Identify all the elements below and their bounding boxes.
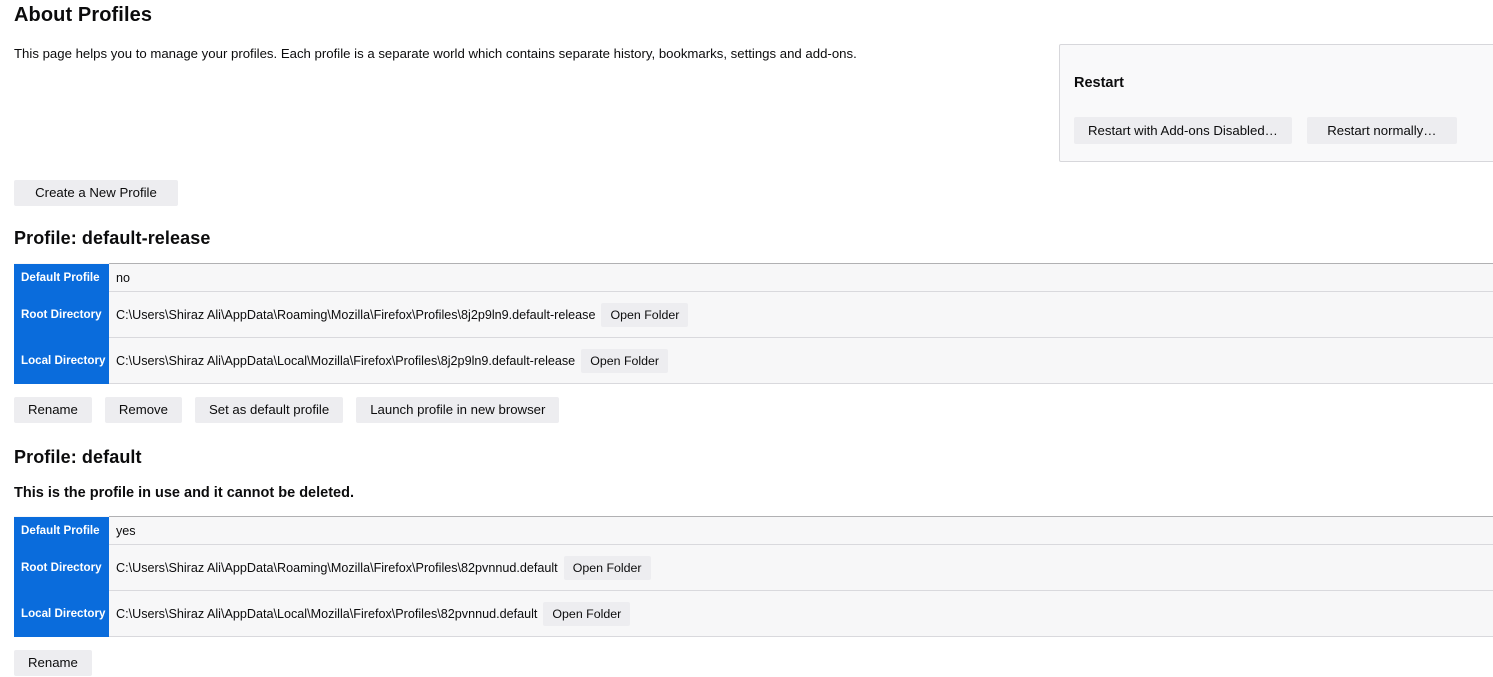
rename-profile-button[interactable]: Rename bbox=[14, 397, 92, 423]
profile-action-group: Rename bbox=[0, 650, 1493, 676]
row-value-root-directory: C:\Users\Shiraz Ali\AppData\Roaming\Mozi… bbox=[109, 291, 1493, 338]
profile-in-use-note: This is the profile in use and it cannot… bbox=[14, 485, 354, 501]
restart-panel-title: Restart bbox=[1074, 75, 1124, 91]
profile-details-table: Default Profile no Root Directory C:\Use… bbox=[14, 263, 1493, 384]
rename-profile-button[interactable]: Rename bbox=[14, 650, 92, 676]
row-value-default-profile: no bbox=[109, 263, 1493, 292]
row-value-local-directory: C:\Users\Shiraz Ali\AppData\Local\Mozill… bbox=[109, 337, 1493, 384]
row-value-root-directory: C:\Users\Shiraz Ali\AppData\Roaming\Mozi… bbox=[109, 544, 1493, 591]
restart-panel: Restart Restart with Add-ons Disabled… R… bbox=[1059, 44, 1493, 162]
set-as-default-profile-button[interactable]: Set as default profile bbox=[194, 397, 344, 423]
row-value-local-directory: C:\Users\Shiraz Ali\AppData\Local\Mozill… bbox=[109, 590, 1493, 637]
restart-normally-button[interactable]: Restart normally… bbox=[1306, 117, 1457, 144]
open-folder-button-local[interactable]: Open Folder bbox=[581, 348, 669, 373]
page-description: This page helps you to manage your profi… bbox=[14, 46, 857, 61]
remove-profile-button[interactable]: Remove bbox=[104, 397, 182, 423]
row-label-local-directory: Local Directory bbox=[14, 590, 109, 637]
create-new-profile-button[interactable]: Create a New Profile bbox=[14, 180, 178, 206]
profile-section: Profile: default-release Default Profile… bbox=[0, 228, 1493, 423]
local-directory-path: C:\Users\Shiraz Ali\AppData\Local\Mozill… bbox=[116, 606, 538, 621]
table-row-local-directory: Local Directory C:\Users\Shiraz Ali\AppD… bbox=[14, 337, 1493, 384]
row-value-default-profile: yes bbox=[109, 516, 1493, 545]
table-row-root-directory: Root Directory C:\Users\Shiraz Ali\AppDa… bbox=[14, 291, 1493, 338]
table-row-default-profile: Default Profile yes bbox=[14, 516, 1493, 545]
row-label-root-directory: Root Directory bbox=[14, 291, 109, 338]
launch-profile-in-new-browser-button[interactable]: Launch profile in new browser bbox=[356, 397, 560, 423]
row-label-local-directory: Local Directory bbox=[14, 337, 109, 384]
page-title: About Profiles bbox=[14, 4, 153, 26]
table-row-local-directory: Local Directory C:\Users\Shiraz Ali\AppD… bbox=[14, 590, 1493, 637]
open-folder-button-root[interactable]: Open Folder bbox=[563, 555, 651, 580]
profile-action-group: Rename Remove Set as default profile Lau… bbox=[0, 397, 1493, 423]
profile-details-table: Default Profile yes Root Directory C:\Us… bbox=[14, 516, 1493, 637]
profile-heading: Profile: default-release bbox=[14, 228, 211, 248]
table-row-default-profile: Default Profile no bbox=[14, 263, 1493, 292]
table-row-root-directory: Root Directory C:\Users\Shiraz Ali\AppDa… bbox=[14, 544, 1493, 591]
root-directory-path: C:\Users\Shiraz Ali\AppData\Roaming\Mozi… bbox=[116, 307, 596, 322]
profile-heading: Profile: default bbox=[14, 447, 142, 467]
row-label-root-directory: Root Directory bbox=[14, 544, 109, 591]
restart-button-group: Restart with Add-ons Disabled… Restart n… bbox=[1074, 117, 1457, 144]
root-directory-path: C:\Users\Shiraz Ali\AppData\Roaming\Mozi… bbox=[116, 560, 558, 575]
open-folder-button-root[interactable]: Open Folder bbox=[601, 302, 689, 327]
row-label-default-profile: Default Profile bbox=[14, 263, 109, 292]
restart-with-addons-disabled-button[interactable]: Restart with Add-ons Disabled… bbox=[1074, 117, 1292, 144]
profile-section: Profile: default This is the profile in … bbox=[0, 447, 1493, 676]
open-folder-button-local[interactable]: Open Folder bbox=[543, 601, 631, 626]
about-profiles-page: About Profiles This page helps you to ma… bbox=[0, 0, 1493, 677]
local-directory-path: C:\Users\Shiraz Ali\AppData\Local\Mozill… bbox=[116, 353, 576, 368]
row-label-default-profile: Default Profile bbox=[14, 516, 109, 545]
